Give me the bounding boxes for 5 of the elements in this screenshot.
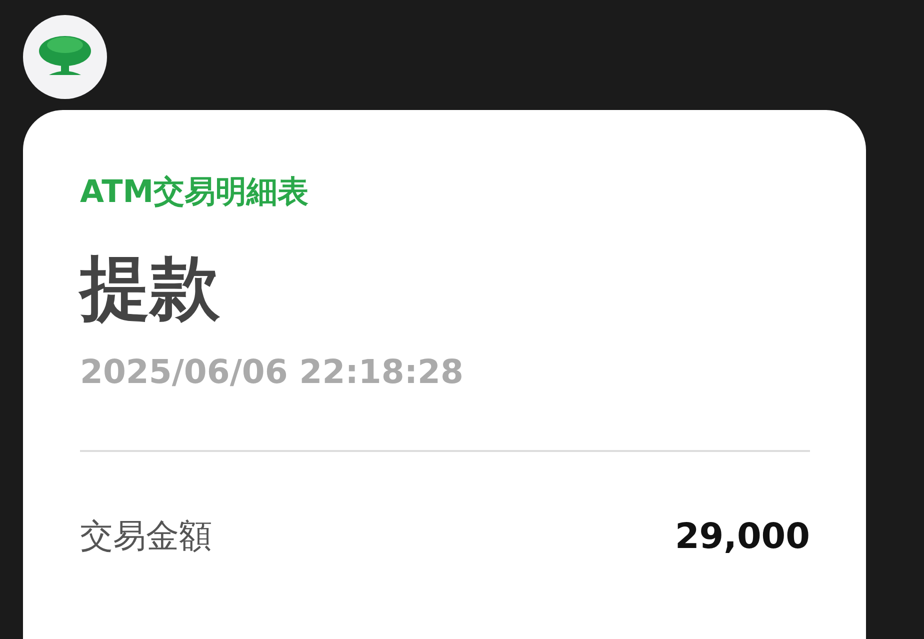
transaction-type: 提款 <box>80 246 221 330</box>
detail-label: 交易金額 <box>80 515 212 557</box>
transaction-datetime: 2025/06/06 22:18:28 <box>80 352 464 392</box>
receipt-title: ATM交易明細表 <box>80 173 310 212</box>
detail-value: 29,000 <box>674 516 810 556</box>
